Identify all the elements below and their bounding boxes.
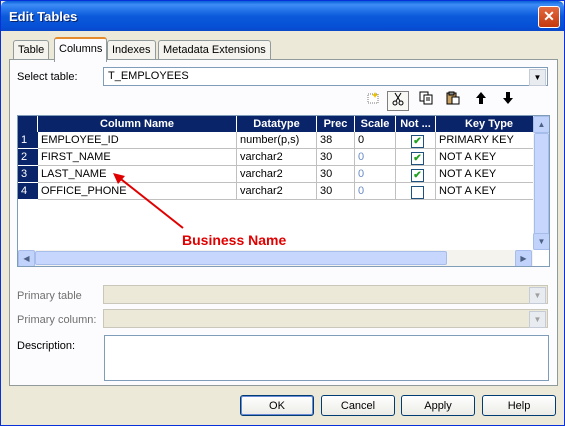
tab-metadata-extensions[interactable]: Metadata Extensions <box>158 40 271 60</box>
scroll-right-icon[interactable]: ▶ <box>515 250 532 266</box>
chevron-down-icon: ▼ <box>529 287 546 304</box>
scroll-up-icon[interactable]: ▲ <box>533 116 549 133</box>
business-name-annotation: Business Name <box>182 232 287 248</box>
horizontal-scroll-thumb[interactable] <box>35 251 447 265</box>
select-table-value: T_EMPLOYEES <box>108 70 189 82</box>
tab-table[interactable]: Table <box>13 40 50 60</box>
select-table-label: Select table: <box>17 71 78 83</box>
copy-icon[interactable] <box>415 91 437 111</box>
datatype-cell[interactable]: number(p,s) <box>237 132 317 149</box>
dialog-title: Edit Tables <box>9 9 78 24</box>
tab-indexes[interactable]: Indexes <box>107 40 156 60</box>
key-type-cell[interactable]: PRIMARY KEY <box>436 132 543 149</box>
description-label: Description: <box>17 340 76 352</box>
datatype-cell[interactable]: varchar2 <box>237 166 317 183</box>
not-null-cell: ✔ <box>396 132 436 149</box>
not-null-checkbox[interactable]: ✔ <box>411 152 424 165</box>
key-type-header[interactable]: Key Type <box>436 116 543 132</box>
chevron-down-icon: ▼ <box>529 311 546 328</box>
datatype-cell[interactable]: varchar2 <box>237 149 317 166</box>
column-name-header[interactable]: Column Name <box>38 116 237 132</box>
vertical-scrollbar[interactable]: ▲ ▼ <box>533 116 549 250</box>
cut-icon[interactable] <box>387 91 409 111</box>
chevron-down-icon[interactable]: ▼ <box>529 69 546 86</box>
row-number[interactable]: 3 <box>18 166 38 183</box>
row-number[interactable]: 1 <box>18 132 38 149</box>
primary-table-dropdown: ▼ <box>103 285 548 304</box>
edit-tables-dialog: Edit Tables ✕ Table Columns Indexes Meta… <box>0 0 565 426</box>
scale-cell[interactable]: 0 <box>355 132 396 149</box>
help-button[interactable]: Help <box>482 395 556 416</box>
select-table-dropdown[interactable]: T_EMPLOYEES ▼ <box>103 67 548 86</box>
scale-header[interactable]: Scale <box>355 116 396 132</box>
ok-button[interactable]: OK <box>240 395 314 416</box>
not-null-cell: ✔ <box>396 166 436 183</box>
not-null-checkbox[interactable]: ✔ <box>411 169 424 182</box>
datatype-cell[interactable]: varchar2 <box>237 183 317 200</box>
new-row-icon[interactable] <box>362 91 384 111</box>
not-null-checkbox[interactable] <box>411 186 424 199</box>
primary-table-label: Primary table <box>17 290 82 302</box>
row-header-corner <box>18 116 38 132</box>
not-null-checkbox[interactable]: ✔ <box>411 135 424 148</box>
title-bar[interactable]: Edit Tables ✕ <box>1 1 564 31</box>
apply-button[interactable]: Apply <box>401 395 475 416</box>
datatype-header[interactable]: Datatype <box>237 116 317 132</box>
row-number[interactable]: 4 <box>18 183 38 200</box>
annotation-arrow <box>113 173 184 229</box>
primary-column-label: Primary column: <box>17 314 97 326</box>
not-null-header[interactable]: Not ... <box>396 116 436 132</box>
move-up-icon[interactable] <box>470 91 492 111</box>
close-button[interactable]: ✕ <box>538 6 560 28</box>
prec-header[interactable]: Prec <box>317 116 355 132</box>
cancel-button[interactable]: Cancel <box>321 395 395 416</box>
scale-cell[interactable]: 0 <box>355 183 396 200</box>
vertical-scroll-thumb[interactable] <box>534 133 549 245</box>
move-down-icon[interactable] <box>497 91 519 111</box>
key-type-cell[interactable]: NOT A KEY <box>436 166 543 183</box>
prec-cell[interactable]: 30 <box>317 149 355 166</box>
primary-column-dropdown: ▼ <box>103 309 548 328</box>
scroll-left-icon[interactable]: ◀ <box>18 250 35 266</box>
column-name-cell[interactable]: EMPLOYEE_ID <box>38 132 237 149</box>
description-textarea[interactable] <box>104 335 549 381</box>
scale-cell[interactable]: 0 <box>355 149 396 166</box>
tab-columns[interactable]: Columns <box>54 37 108 62</box>
not-null-cell <box>396 183 436 200</box>
not-null-cell: ✔ <box>396 149 436 166</box>
key-type-cell[interactable]: NOT A KEY <box>436 149 543 166</box>
horizontal-scrollbar[interactable]: ◀ ▶ <box>18 250 533 266</box>
paste-icon[interactable] <box>442 91 464 111</box>
row-number[interactable]: 2 <box>18 149 38 166</box>
prec-cell[interactable]: 30 <box>317 183 355 200</box>
scroll-down-icon[interactable]: ▼ <box>533 233 549 250</box>
column-name-cell[interactable]: FIRST_NAME <box>38 149 237 166</box>
prec-cell[interactable]: 30 <box>317 166 355 183</box>
key-type-cell[interactable]: NOT A KEY <box>436 183 543 200</box>
scale-cell[interactable]: 0 <box>355 166 396 183</box>
prec-cell[interactable]: 38 <box>317 132 355 149</box>
